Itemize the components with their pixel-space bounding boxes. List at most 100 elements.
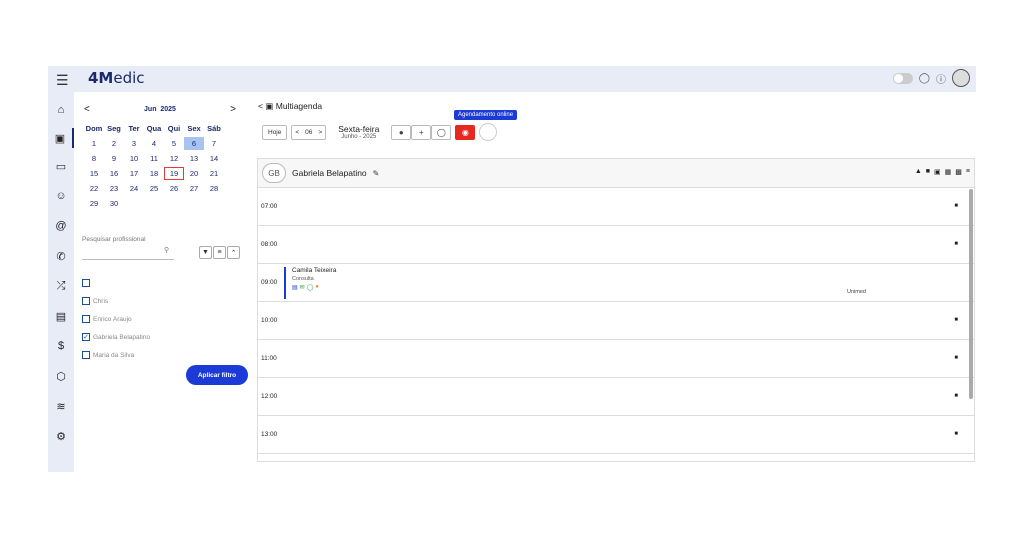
tag-icon[interactable]: ● [391,124,412,140]
lock-icon[interactable]: ■ [954,317,958,323]
phone-icon[interactable]: ✆ [48,246,74,266]
calendar-icon[interactable]: ▣ [48,128,74,148]
calendar-day[interactable]: 10 [124,152,144,165]
calendar-day[interactable]: 21 [204,167,224,180]
calendar-day[interactable]: 30 [104,197,124,210]
theme-toggle[interactable] [892,72,913,84]
calendar-day[interactable]: 1 [84,137,104,150]
time-slot[interactable]: 13:00 ■ [258,416,974,454]
unlock-icon[interactable]: ▣ [934,168,941,176]
list-view-icon[interactable]: ≡ [966,168,970,176]
month-year-label[interactable]: Jun 2025 [144,106,176,113]
prev-day-icon[interactable]: < [295,129,299,136]
dollar-icon[interactable]: $ [48,336,74,356]
whatsapp-icon[interactable]: ◯ [307,284,314,291]
professional-checkbox[interactable] [82,297,90,305]
warning-icon[interactable]: ▲ [915,168,922,176]
calendar-day[interactable]: 14 [204,152,224,165]
prev-month-button[interactable]: < [84,104,90,115]
home-icon[interactable]: ⌂ [48,100,74,120]
professional-item[interactable]: Maria da Silva [82,346,150,364]
professional-item[interactable]: Enrico Araujo [82,310,150,328]
user-icon[interactable]: ☺ [48,186,74,206]
online-booking-icon[interactable]: ◉ [455,124,476,140]
lock-icon[interactable]: ■ [954,355,958,361]
today-button[interactable]: Hoje [262,124,288,140]
search-professional-input[interactable] [82,259,174,260]
search-loupe-icon[interactable] [479,123,498,141]
inbox-icon[interactable]: ▭ [48,156,74,176]
professional-item[interactable]: ✓ Gabriela Belapatino [82,328,150,346]
whatsapp-icon[interactable]: ◯ [431,124,452,140]
calendar-day[interactable]: 3 [124,137,144,150]
lock-icon[interactable]: ■ [954,203,958,209]
calendar-day[interactable]: 7 [204,137,224,150]
email-icon[interactable]: ✉ [300,284,305,291]
professional-checkbox[interactable]: ✓ [82,333,90,341]
at-icon[interactable]: @ [48,216,74,236]
calendar-day[interactable]: 20 [184,167,204,180]
box-icon[interactable]: ⬡ [48,366,74,386]
list-icon[interactable]: ≡ [213,246,226,259]
calendar-day[interactable]: 2 [104,137,124,150]
calendar-day[interactable]: 9 [104,152,124,165]
add-icon[interactable]: + [411,124,432,140]
professional-item[interactable] [82,274,150,292]
calendar-day[interactable]: 5 [164,137,184,150]
chat-icon[interactable]: ◯ [919,73,930,84]
gear-icon[interactable]: ⚙ [48,426,74,446]
calendar-day[interactable]: 24 [124,182,144,195]
calendar-day[interactable]: 29 [84,197,104,210]
lock-icon[interactable]: ■ [954,393,958,399]
calendar-day[interactable]: 27 [184,182,204,195]
calendar-day[interactable]: 6 [184,137,204,150]
calendar-day[interactable]: 4 [144,137,164,150]
lock-icon[interactable]: ■ [954,241,958,247]
menu-icon[interactable]: ☰ [56,72,69,89]
time-slot[interactable]: 12:00 ■ [258,378,974,416]
calendar-day[interactable]: 28 [204,182,224,195]
chart-icon[interactable]: ≋ [48,396,74,416]
calendar-day[interactable]: 11 [144,152,164,165]
professional-item[interactable]: Chris [82,292,150,310]
time-slot[interactable]: 11:00 ■ [258,340,974,378]
appointment-card[interactable]: Camila Teixeira Consulta ▤ ✉ ◯ ● [284,267,336,299]
calendar-day[interactable]: 17 [124,167,144,180]
calendar-day[interactable]: 8 [84,152,104,165]
next-month-button[interactable]: > [230,104,236,115]
calendar-day[interactable]: 25 [144,182,164,195]
time-slot[interactable]: 08:00 ■ [258,226,974,264]
scrollbar[interactable] [969,189,973,399]
calendar-day[interactable]: 15 [84,167,104,180]
clipboard-icon[interactable]: ▤ [48,306,74,326]
calendar-day[interactable]: 19 [164,167,184,180]
save-icon[interactable]: ▩ [955,168,962,176]
help-icon[interactable]: ⓘ [936,71,946,86]
funnel-icon[interactable]: ▼ [199,246,212,259]
professional-checkbox[interactable] [82,315,90,323]
shuffle-icon[interactable]: ⤮ [48,276,74,296]
lock-icon[interactable]: ■ [954,431,958,437]
calendar-day[interactable]: 22 [84,182,104,195]
info-icon[interactable]: ● [315,284,319,291]
calendar-small-icon[interactable]: ■ [926,168,930,176]
calendar-day[interactable]: 26 [164,182,184,195]
edit-icon[interactable]: ✎ [373,169,380,178]
time-slot[interactable]: 07:00 ■ [258,188,974,226]
apply-filter-button[interactable]: Aplicar filtro [186,365,248,385]
time-slot[interactable]: 09:00 Camila Teixeira Consulta ▤ ✉ ◯ ● Unimed [258,264,974,302]
calendar-day[interactable]: 16 [104,167,124,180]
calendar-day[interactable]: 13 [184,152,204,165]
document-icon[interactable]: ▤ [292,284,298,291]
calendar-day[interactable]: 12 [164,152,184,165]
collapse-icon[interactable]: ⌃ [227,246,240,259]
back-icon[interactable]: < [258,101,263,111]
professional-checkbox[interactable] [82,279,90,287]
calendar-day[interactable]: 23 [104,182,124,195]
next-day-icon[interactable]: > [318,129,322,136]
professional-checkbox[interactable] [82,351,90,359]
time-slot[interactable]: 10:00 ■ [258,302,974,340]
calendar-day[interactable]: 18 [144,167,164,180]
print-icon[interactable]: ▦ [945,168,952,176]
user-avatar-icon[interactable] [952,69,970,87]
